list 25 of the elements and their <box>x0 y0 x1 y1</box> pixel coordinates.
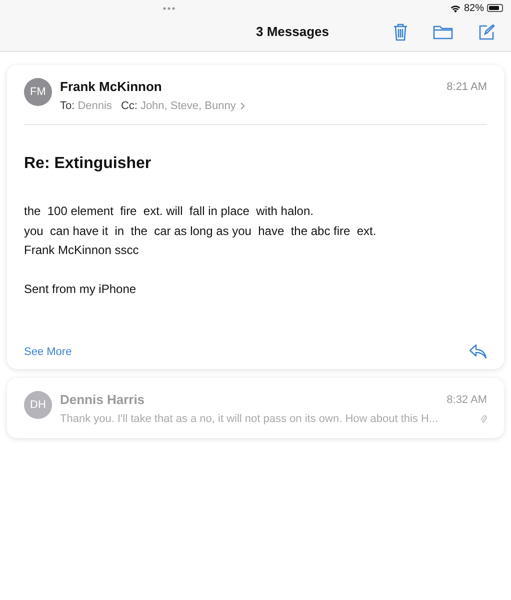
avatar: DH <box>24 391 52 419</box>
battery-icon <box>487 4 503 12</box>
cc-names: John, Steve, Bunny <box>140 98 236 114</box>
folder-icon[interactable] <box>433 24 453 40</box>
sender-name: Dennis Harris <box>60 391 145 409</box>
message-preview: Thank you. I'll take that as a no, it will not pass on its own. How about this H... <box>60 412 438 426</box>
sender-name: Frank McKinnon <box>60 78 162 96</box>
chevron-icon[interactable] <box>240 102 245 110</box>
toolbar-title: 3 Messages <box>256 23 329 42</box>
recipient-name: Dennis <box>78 98 112 114</box>
cc-label: Cc: <box>120 98 138 114</box>
recipient-label: To: <box>60 98 75 114</box>
avatar: FM <box>24 78 52 106</box>
battery-percentage: 82% <box>464 2 484 16</box>
see-more-link[interactable]: See More <box>24 344 72 360</box>
trash-icon[interactable] <box>393 23 408 41</box>
message-time: 8:32 AM <box>446 392 487 408</box>
message-subject: Re: Extinguisher <box>24 154 152 174</box>
compose-icon[interactable] <box>478 24 495 40</box>
multitask-dots-icon[interactable] <box>162 6 175 10</box>
message-time: 8:21 AM <box>446 80 487 94</box>
wifi-icon <box>450 4 461 12</box>
reply-icon[interactable] <box>469 344 487 360</box>
message-paragraph: Sent from my iPhone <box>24 281 138 298</box>
message-paragraph: the 100 element fire ext. will fall in place with halon. you can have it in the car as long as you have the abc fire ext. Frank McKinnon sscc <box>24 203 378 259</box>
